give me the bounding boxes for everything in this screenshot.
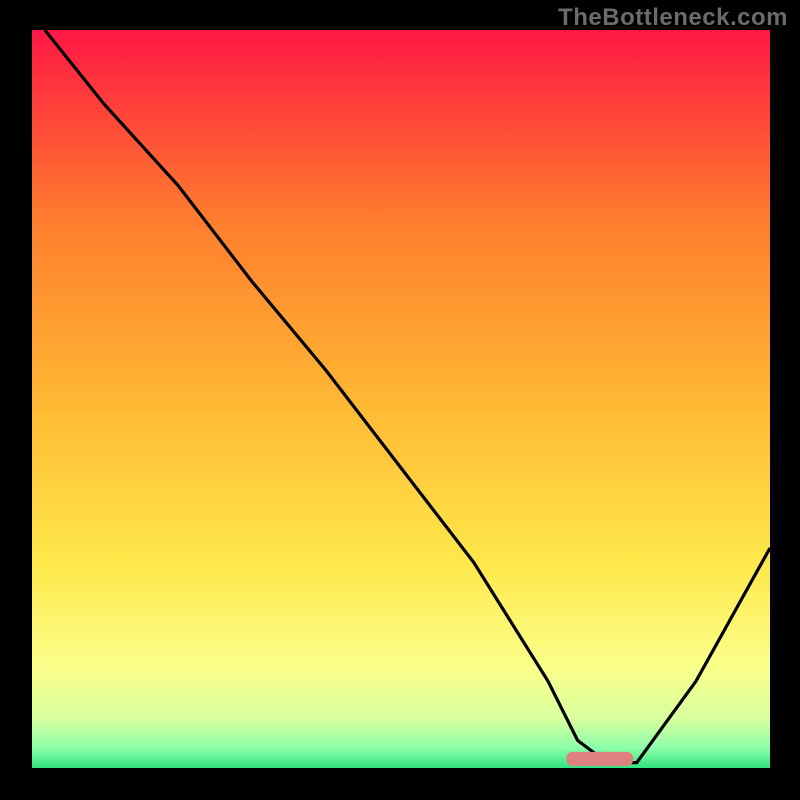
chart-container: TheBottleneck.com (0, 0, 800, 800)
watermark-label: TheBottleneck.com (558, 4, 788, 32)
optimal-marker (567, 752, 634, 766)
bottleneck-chart (0, 0, 800, 800)
plot-background (30, 30, 770, 770)
